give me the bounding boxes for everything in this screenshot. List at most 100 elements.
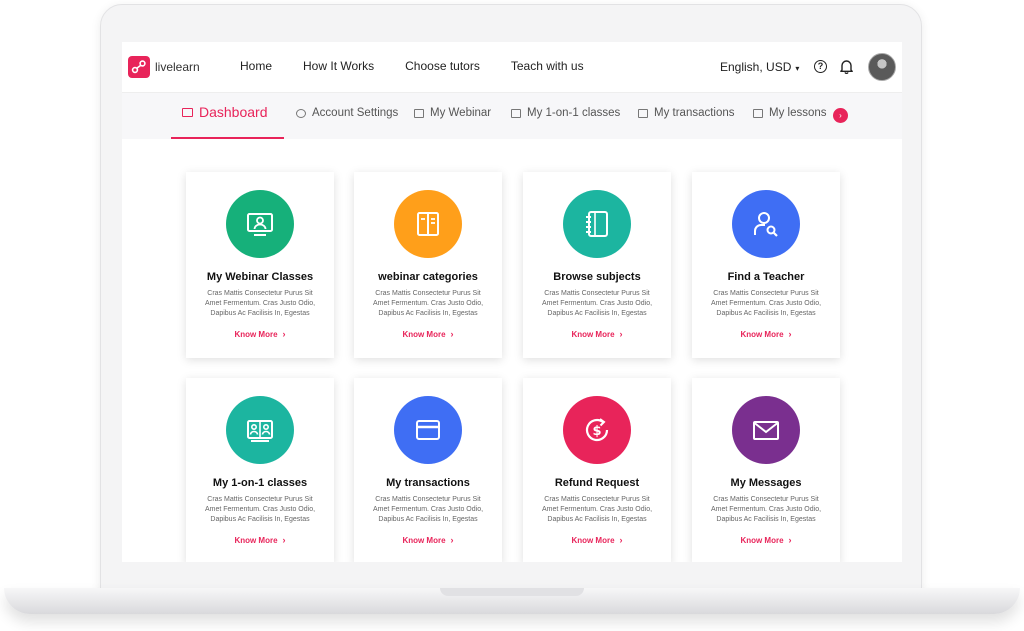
- know-more-link[interactable]: Know More ›: [692, 329, 840, 339]
- tab-label: My Webinar: [430, 107, 492, 119]
- card-icon-circle: [563, 190, 631, 258]
- card-icon: [638, 108, 648, 118]
- know-more-label: Know More: [402, 536, 446, 545]
- card-icon-circle: [394, 190, 462, 258]
- card-description: Cras Mattis Consectetur Purus Sit Amet F…: [541, 290, 653, 317]
- tab-label: Dashboard: [199, 104, 268, 120]
- card-webinar-categories[interactable]: webinar categories Cras Mattis Consectet…: [354, 172, 502, 358]
- envelope-icon: [753, 421, 779, 440]
- help-icon[interactable]: ?: [814, 60, 827, 73]
- card-title: My Messages: [730, 477, 802, 489]
- card-description: Cras Mattis Consectetur Purus Sit Amet F…: [204, 290, 316, 317]
- card-my-1-on-1-classes[interactable]: My 1-on-1 classes Cras Mattis Consectetu…: [186, 378, 334, 562]
- tab-my-lessons[interactable]: My lessons: [753, 107, 827, 119]
- chevron-down-icon: ▾: [795, 64, 800, 73]
- tab-my-webinar[interactable]: My Webinar: [414, 107, 491, 119]
- laptop-notch: [440, 588, 584, 596]
- card-icon-circle: [226, 190, 294, 258]
- one-on-one-icon: [247, 420, 273, 442]
- nav-how-it-works[interactable]: How It Works: [303, 59, 374, 73]
- card-icon: [416, 420, 440, 440]
- dashboard-tabs: Dashboard Account Settings My Webinar My…: [122, 92, 902, 139]
- know-more-link[interactable]: Know More ›: [186, 535, 334, 545]
- tab-account-settings[interactable]: Account Settings: [296, 107, 398, 119]
- chevron-right-icon: ›: [788, 329, 792, 339]
- bell-icon[interactable]: [840, 59, 853, 79]
- know-more-link[interactable]: Know More ›: [523, 329, 671, 339]
- tab-my-1-on-1-classes[interactable]: My 1-on-1 classes: [511, 107, 620, 119]
- card-title: Find a Teacher: [727, 271, 805, 283]
- main-nav: Home How It Works Choose tutors Teach wi…: [240, 59, 615, 73]
- nav-home[interactable]: Home: [240, 59, 272, 73]
- card-title: Refund Request: [554, 477, 640, 489]
- card-title: My 1-on-1 classes: [212, 477, 308, 489]
- tab-my-transactions[interactable]: My transactions: [638, 107, 735, 119]
- book-open-icon: [417, 212, 439, 236]
- tabs-scroll-right-button[interactable]: ›: [833, 108, 848, 123]
- card-icon-circle: [226, 396, 294, 464]
- chevron-right-icon: ›: [450, 535, 454, 545]
- refund-dollar-icon: $: [585, 418, 609, 442]
- know-more-link[interactable]: Know More ›: [692, 535, 840, 545]
- tab-label: My 1-on-1 classes: [527, 107, 621, 119]
- card-my-messages[interactable]: My Messages Cras Mattis Consectetur Puru…: [692, 378, 840, 562]
- chevron-right-icon: ›: [619, 329, 623, 339]
- dashboard-icon: [182, 107, 193, 117]
- logo-icon: [128, 56, 150, 78]
- monitor-icon: [414, 108, 424, 118]
- card-icon-circle: [732, 190, 800, 258]
- card-icon-circle: [732, 396, 800, 464]
- logo-text: livelearn: [155, 60, 200, 74]
- avatar[interactable]: [868, 53, 896, 81]
- card-description: Cras Mattis Consectetur Purus Sit Amet F…: [372, 496, 484, 523]
- know-more-link[interactable]: Know More ›: [354, 535, 502, 545]
- card-title: My transactions: [386, 477, 470, 489]
- card-title: Browse subjects: [553, 271, 641, 283]
- card-refund-request[interactable]: $ Refund Request Cras Mattis Consectetur…: [523, 378, 671, 562]
- monitor-user-icon: [247, 213, 273, 236]
- logo[interactable]: livelearn: [128, 56, 200, 78]
- know-more-label: Know More: [234, 330, 278, 339]
- nav-choose-tutors[interactable]: Choose tutors: [405, 59, 480, 73]
- know-more-label: Know More: [234, 536, 278, 545]
- card-description: Cras Mattis Consectetur Purus Sit Amet F…: [204, 496, 316, 523]
- card-my-transactions[interactable]: My transactions Cras Mattis Consectetur …: [354, 378, 502, 562]
- card-description: Cras Mattis Consectetur Purus Sit Amet F…: [372, 290, 484, 317]
- know-more-link[interactable]: Know More ›: [354, 329, 502, 339]
- card-title: webinar categories: [378, 271, 478, 283]
- know-more-link[interactable]: Know More ›: [523, 535, 671, 545]
- user-search-icon: [754, 212, 778, 237]
- card-my-webinar-classes[interactable]: My Webinar Classes Cras Mattis Consectet…: [186, 172, 334, 358]
- card-title: My Webinar Classes: [206, 271, 314, 283]
- know-more-link[interactable]: Know More ›: [186, 329, 334, 339]
- know-more-label: Know More: [571, 536, 615, 545]
- svg-text:$: $: [592, 424, 601, 439]
- card-description: Cras Mattis Consectetur Purus Sit Amet F…: [710, 496, 822, 523]
- know-more-label: Know More: [740, 536, 784, 545]
- notebook-icon: [586, 211, 608, 237]
- chevron-right-icon: ›: [450, 329, 454, 339]
- language-currency-dropdown[interactable]: English, USD ▾: [720, 60, 799, 74]
- chevron-right-icon: ›: [788, 535, 792, 545]
- tab-dashboard[interactable]: Dashboard: [182, 104, 268, 120]
- tab-label: My lessons: [769, 107, 827, 119]
- chevron-right-icon: ›: [282, 535, 286, 545]
- card-description: Cras Mattis Consectetur Purus Sit Amet F…: [541, 496, 653, 523]
- card-browse-subjects[interactable]: Browse subjects Cras Mattis Consectetur …: [523, 172, 671, 358]
- gear-icon: [296, 108, 306, 118]
- chevron-right-icon: ›: [282, 329, 286, 339]
- nav-teach-with-us[interactable]: Teach with us: [511, 59, 584, 73]
- card-icon-circle: [394, 396, 462, 464]
- card-description: Cras Mattis Consectetur Purus Sit Amet F…: [710, 290, 822, 317]
- tab-label: My transactions: [654, 107, 735, 119]
- know-more-label: Know More: [571, 330, 615, 339]
- know-more-label: Know More: [740, 330, 784, 339]
- tab-label: Account Settings: [312, 107, 399, 119]
- language-currency-label: English, USD: [720, 60, 792, 74]
- know-more-label: Know More: [402, 330, 446, 339]
- card-find-a-teacher[interactable]: Find a Teacher Cras Mattis Consectetur P…: [692, 172, 840, 358]
- dashboard-content: My Webinar Classes Cras Mattis Consectet…: [122, 139, 902, 562]
- app-screen: livelearn Home How It Works Choose tutor…: [122, 42, 902, 562]
- card-icon-circle: $: [563, 396, 631, 464]
- book-icon: [753, 108, 763, 118]
